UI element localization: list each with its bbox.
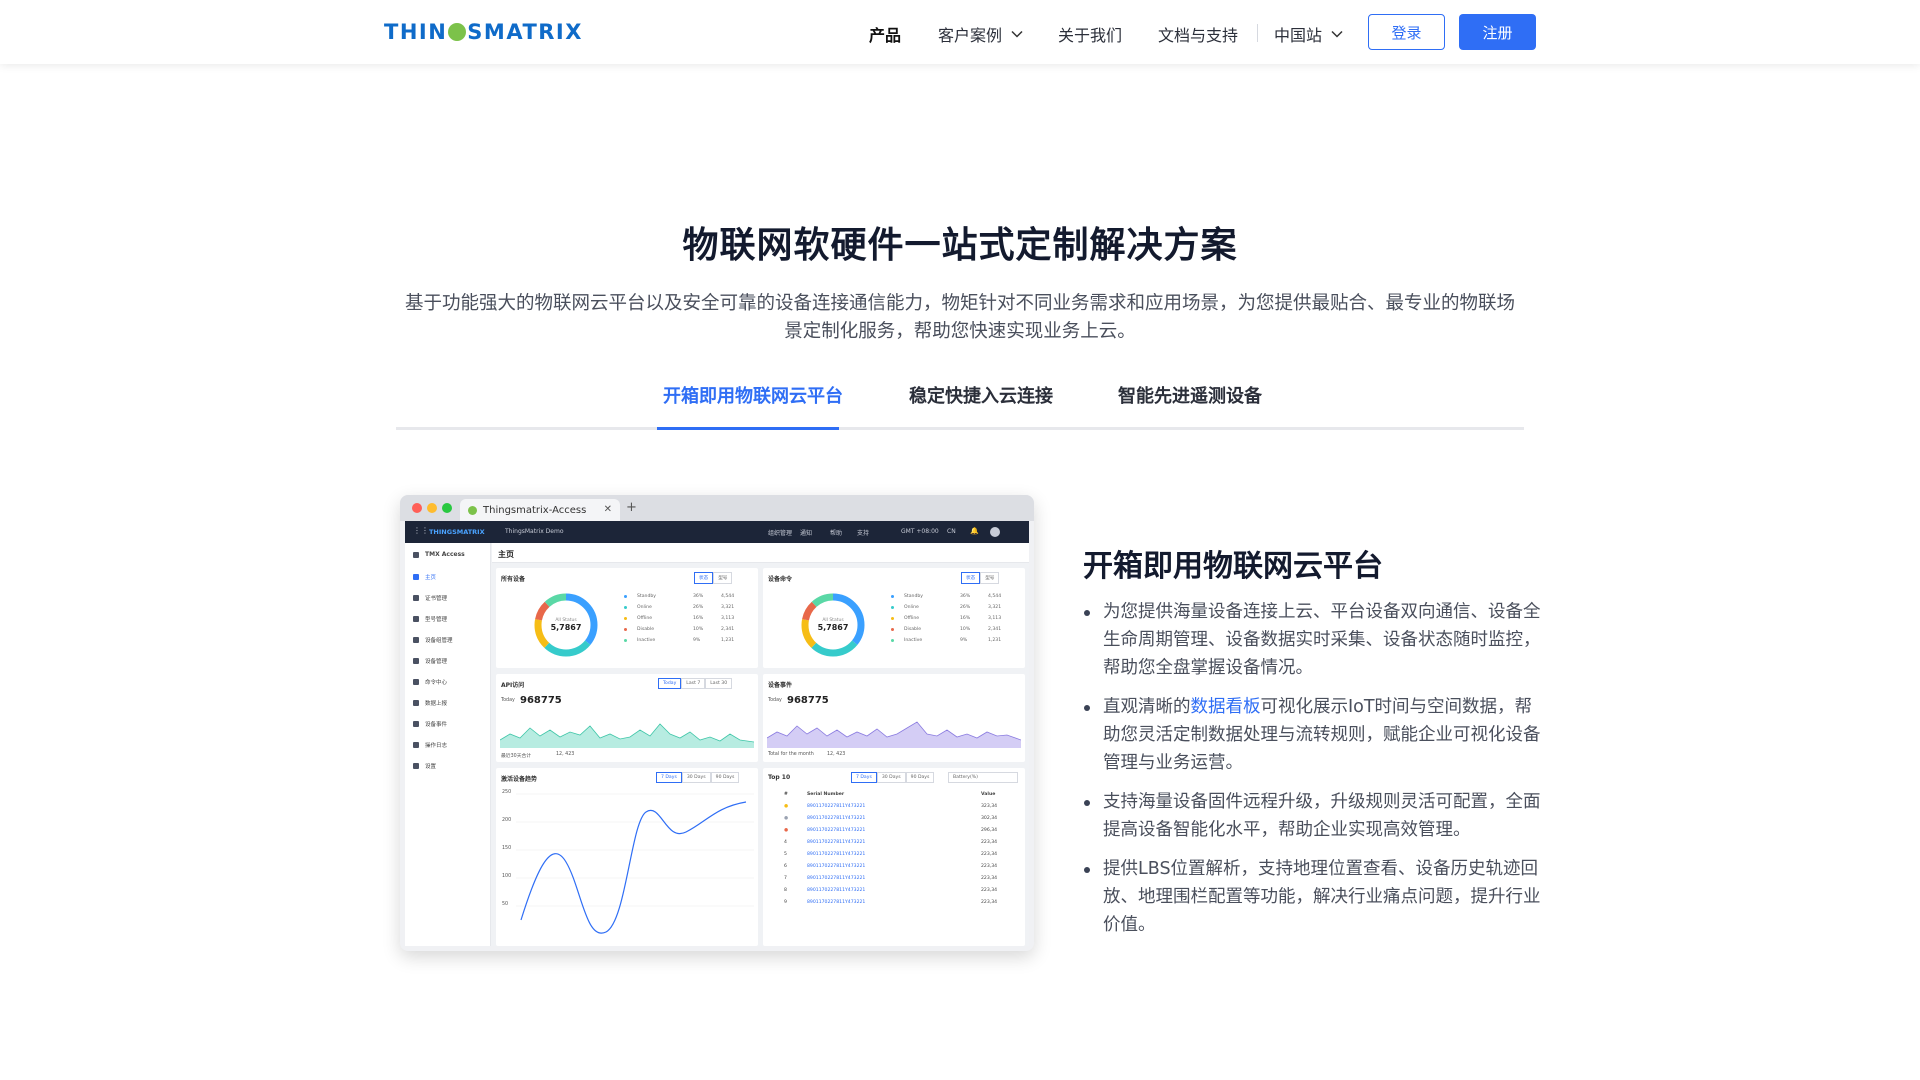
window-maximize-dot (442, 503, 452, 513)
tab-telemetry-devices[interactable]: 智能先进遥测设备 (1118, 382, 1262, 408)
sidebar-item-models: 型号管理 (413, 615, 447, 623)
sidebar-item-device-groups: 设备组管理 (413, 636, 453, 644)
app-sidebar: TMX Access 主页 证书管理 型号管理 设备组管理 设备管理 命令中心 … (405, 543, 491, 946)
window-close-dot (412, 503, 422, 513)
avatar (990, 527, 1000, 537)
nav-customer-cases[interactable]: 客户案例 (938, 22, 1024, 46)
new-tab-icon: + (626, 500, 637, 515)
tab-cloud-connection[interactable]: 稳定快捷入云连接 (909, 382, 1053, 408)
page-title: 物联网软硬件一站式定制解决方案 (682, 225, 1238, 266)
list-item: 为您提供海量设备连接上云、平台设备双向通信、设备全生命周期管理、设备数据实时采集… (1083, 598, 1547, 682)
battery-select: Battery(%) (948, 772, 1018, 783)
segment-status-model: 状态 型号 (961, 572, 1000, 584)
apps-grid-icon: ⋮⋮ (413, 526, 429, 535)
logo-mark-icon (448, 23, 467, 41)
sidebar-item-data-report: 数据上报 (413, 699, 447, 707)
sidebar-item-events: 设备事件 (413, 720, 447, 728)
page-subtitle: 基于功能强大的物联网云平台以及安全可靠的设备连接通信能力，物矩针对不同业务需求和… (404, 293, 1515, 342)
nav-products[interactable]: 产品 (869, 22, 901, 46)
sidebar-item-logs: 操作日志 (413, 741, 447, 749)
card-top10: Top 10 7 Days 30 Days 90 Days Battery(%) #… (763, 768, 1025, 946)
login-button[interactable]: 登录 (1368, 14, 1445, 50)
events-today-value: 968775 (787, 695, 829, 706)
sidebar-item-commands: 命令中心 (413, 678, 447, 686)
favicon-icon (468, 505, 477, 515)
trend-line-chart (516, 793, 754, 934)
section-title: 开箱即用物联网云平台 (1083, 549, 1383, 584)
logo-text-right: SMATRIX (467, 20, 583, 44)
donut-chart: All Status 5,7867 (801, 593, 865, 657)
thingsmatrix-logo[interactable]: THIN SMATRIX (384, 20, 583, 44)
svg-text:5,7867: 5,7867 (818, 623, 849, 632)
card-device-commands: 设备命令 状态 型号 All Status 5,7867 Standby 36% 4,… (763, 568, 1025, 668)
donut-chart: All Status 5,7867 (534, 593, 598, 657)
data-dashboard-link[interactable]: 数据看板 (1191, 697, 1261, 717)
list-item: 提供LBS位置解析，支持地理位置查看、设备历史轨迹回放、地理围栏配置等功能，解决… (1083, 855, 1547, 939)
sidebar-item-devices: 设备管理 (413, 657, 447, 665)
list-item: 支持海量设备固件远程升级，升级规则灵活可配置，全面提高设备智能化水平，帮助企业实… (1083, 788, 1547, 844)
card-api-access: API访问 Today Last 7 Last 30 Today 968775 最近… (496, 674, 758, 762)
tab-cloud-platform[interactable]: 开箱即用物联网云平台 (663, 382, 843, 408)
sidebar-title: TMX Access (413, 551, 465, 558)
app-body: TMX Access 主页 证书管理 型号管理 设备组管理 设备管理 命令中心 … (405, 543, 1029, 946)
browser-tab: Thingsmatrix-Access ✕ (460, 499, 620, 521)
browser-tab-title: Thingsmatrix-Access (483, 504, 587, 516)
active-tab-indicator (657, 427, 839, 430)
segment-range: 7 Days 30 Days 90 Days (851, 772, 935, 783)
segment-range: Today Last 7 Last 30 (658, 678, 733, 689)
api-area-chart (500, 723, 754, 748)
feature-list: 为您提供海量设备连接上云、平台设备双向通信、设备全生命周期管理、设备数据实时采集… (1083, 598, 1547, 950)
sidebar-item-certificates: 证书管理 (413, 594, 447, 602)
top-navbar: THIN SMATRIX 产品 客户案例 关于我们 文档与支持 中国站 登录 注… (0, 0, 1920, 64)
chevron-down-icon (1011, 30, 1023, 38)
nav-about-us[interactable]: 关于我们 (1058, 22, 1122, 46)
chevron-down-icon (1331, 30, 1343, 38)
browser-tabbar: Thingsmatrix-Access ✕ + (400, 495, 1034, 521)
window-minimize-dot (427, 503, 437, 513)
nav-divider (1257, 24, 1258, 42)
nav-docs-support[interactable]: 文档与支持 (1158, 22, 1238, 46)
events-area-chart (767, 721, 1021, 748)
app-navbar: ⋮⋮ THINGSMATRIX ThingsMatrix Demo 组织管理 通… (405, 521, 1029, 543)
region-selector[interactable]: 中国站 (1274, 22, 1344, 46)
solution-tabs: 开箱即用物联网云平台 稳定快捷入云连接 智能先进遥测设备 (396, 374, 1524, 430)
app-page-title: 主页 (492, 543, 1029, 563)
card-all-devices: 所有设备 状态 型号 All Status 5,7867 Standby 36% 4,… (496, 568, 758, 668)
close-tab-icon: ✕ (603, 504, 612, 515)
segment-range: 7 Days 30 Days 90 Days (656, 772, 740, 783)
card-active-trend: 激活设备趋势 7 Days 30 Days 90 Days 250 200 150 … (496, 768, 758, 946)
app-logo: THINGSMATRIX (429, 528, 485, 536)
api-today-value: 968775 (520, 695, 562, 706)
logo-text-left: THIN (384, 20, 448, 44)
dashboard-screenshot: Thingsmatrix-Access ✕ + ⋮⋮ THINGSMATRIX … (400, 495, 1034, 951)
sidebar-item-settings: 设置 (413, 762, 436, 770)
bell-icon: 🔔 (970, 527, 979, 535)
register-button[interactable]: 注册 (1459, 14, 1536, 50)
card-device-events: 设备事件 Today 968775 Total for the month 12… (763, 674, 1025, 762)
list-item: 直观清晰的数据看板可视化展示IoT时间与空间数据，帮助您灵活定制数据处理与流转规… (1083, 693, 1547, 777)
svg-text:5,7867: 5,7867 (551, 623, 582, 632)
sidebar-item-home: 主页 (413, 573, 436, 581)
workspace-selector: ThingsMatrix Demo (505, 528, 564, 535)
segment-status-model: 状态 型号 (694, 572, 733, 584)
